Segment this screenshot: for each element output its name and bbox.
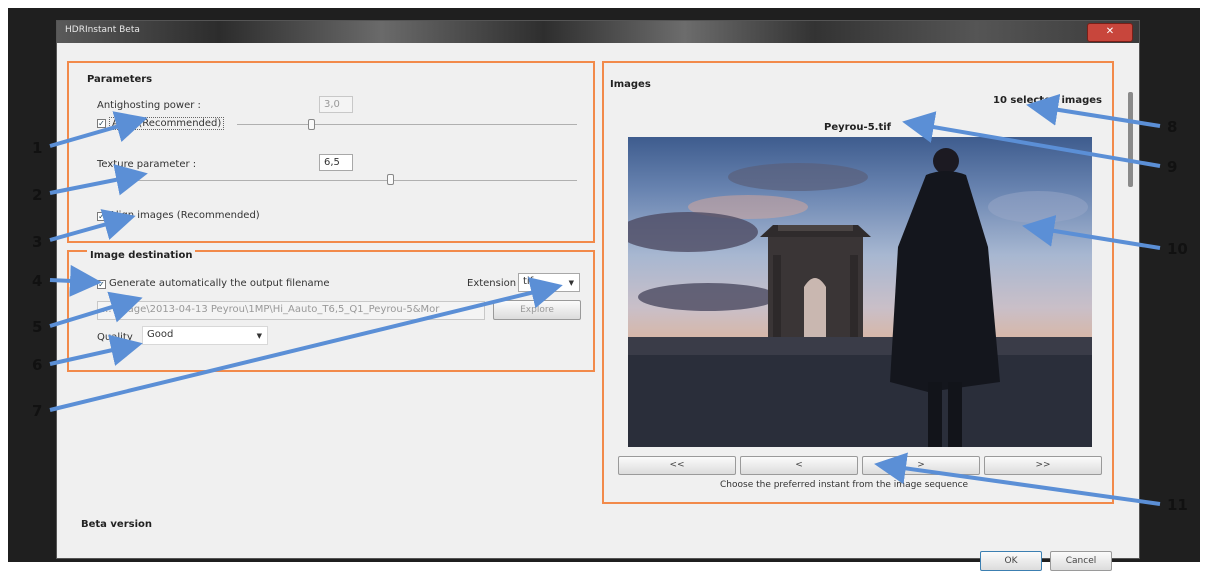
callout-number-11: 11 (1167, 496, 1188, 514)
callout-number-7: 7 (32, 402, 43, 420)
callout-number-10: 10 (1167, 240, 1188, 258)
callout-arrow-6 (49, 334, 143, 366)
callout-number-1: 1 (32, 139, 43, 157)
callout-arrow-11 (874, 452, 1161, 506)
callout-arrow-10 (1022, 215, 1161, 250)
callout-number-9: 9 (1167, 158, 1178, 176)
callout-arrow-5 (49, 291, 143, 328)
callout-arrow-8 (1026, 93, 1161, 128)
callout-arrow-9 (902, 111, 1161, 168)
callout-arrow-1 (49, 111, 148, 148)
callout-number-6: 6 (32, 356, 43, 374)
callout-arrow-2 (49, 164, 148, 196)
callout-overlay (49, 93, 1161, 506)
callout-number-8: 8 (1167, 118, 1178, 136)
callout-number-3: 3 (32, 233, 43, 251)
callout-number-2: 2 (32, 186, 43, 204)
callout-number-5: 5 (32, 318, 43, 336)
callout-arrow-4 (49, 264, 102, 297)
callout-number-4: 4 (32, 272, 43, 290)
callout-arrow-3 (49, 209, 136, 242)
